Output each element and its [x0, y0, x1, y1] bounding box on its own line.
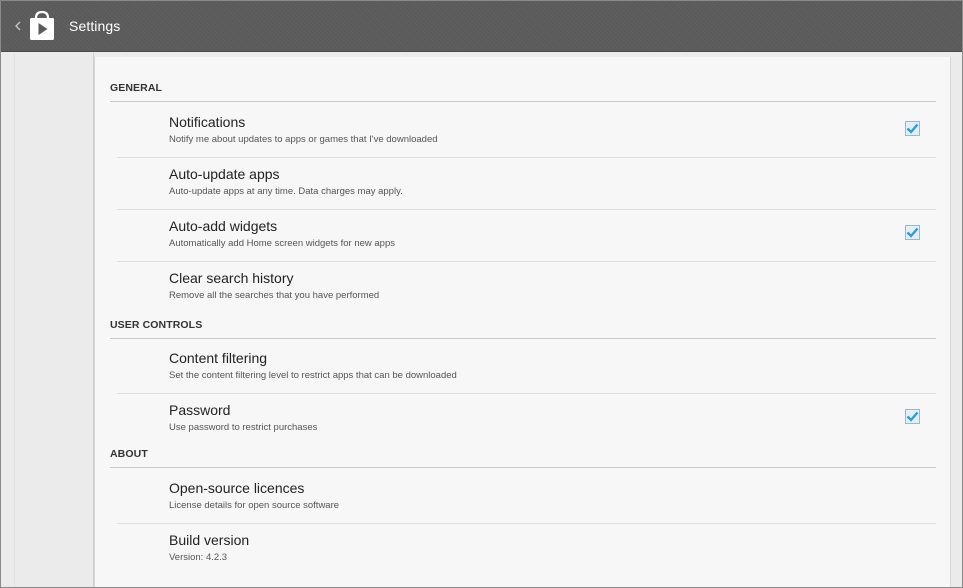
section-header-user-controls: USER CONTROLS: [110, 319, 936, 339]
setting-subtitle: Use password to restrict purchases: [169, 422, 318, 433]
setting-clear-search-history[interactable]: Clear search history Remove all the sear…: [117, 262, 936, 314]
auto-add-widgets-checkbox[interactable]: [905, 225, 920, 240]
left-margin-panel: [14, 53, 94, 587]
setting-title: Open-source licences: [169, 480, 305, 496]
setting-build-version[interactable]: Build version Version: 4.2.3: [117, 524, 936, 576]
setting-notifications[interactable]: Notifications Notify me about updates to…: [117, 106, 936, 158]
setting-content-filtering[interactable]: Content filtering Set the content filter…: [117, 342, 936, 394]
setting-subtitle: Notify me about updates to apps or games…: [169, 134, 438, 145]
setting-title: Password: [169, 402, 231, 418]
setting-subtitle: Set the content filtering level to restr…: [169, 370, 457, 381]
setting-title: Content filtering: [169, 350, 268, 366]
play-store-icon[interactable]: [25, 9, 59, 43]
setting-title: Notifications: [169, 114, 246, 130]
settings-window: Settings GENERAL Notifications Notify me…: [0, 0, 963, 588]
setting-auto-add-widgets[interactable]: Auto-add widgets Automatically add Home …: [117, 210, 936, 262]
setting-subtitle: License details for open source software: [169, 500, 340, 511]
page-title: Settings: [69, 18, 121, 34]
setting-subtitle: Automatically add Home screen widgets fo…: [169, 238, 396, 249]
setting-password[interactable]: Password Use password to restrict purcha…: [117, 394, 936, 446]
setting-auto-update-apps[interactable]: Auto-update apps Auto-update apps at any…: [117, 158, 936, 210]
setting-title: Build version: [169, 532, 250, 548]
chevron-left-icon[interactable]: [13, 21, 23, 31]
setting-title: Auto-add widgets: [169, 218, 278, 234]
setting-subtitle: Remove all the searches that you have pe…: [169, 290, 380, 301]
setting-title: Clear search history: [169, 270, 294, 286]
password-checkbox[interactable]: [905, 409, 920, 424]
notifications-checkbox[interactable]: [905, 121, 920, 136]
setting-open-source-licences[interactable]: Open-source licences License details for…: [117, 472, 936, 524]
setting-subtitle: Version: 4.2.3: [169, 552, 228, 563]
setting-subtitle: Auto-update apps at any time. Data charg…: [169, 186, 403, 197]
setting-title: Auto-update apps: [169, 166, 280, 182]
action-bar: Settings: [1, 1, 962, 52]
section-header-general: GENERAL: [110, 82, 936, 102]
section-header-about: ABOUT: [110, 448, 936, 468]
settings-list: GENERAL Notifications Notify me about up…: [94, 57, 951, 587]
